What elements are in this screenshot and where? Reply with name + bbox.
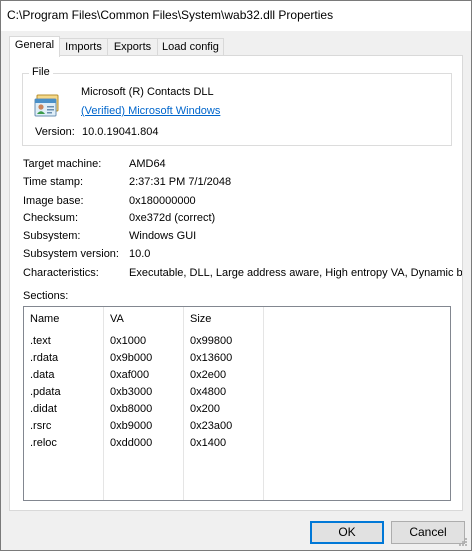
section-name: .data (30, 369, 55, 381)
section-size: 0x1400 (190, 437, 227, 449)
resize-grip-icon[interactable] (458, 537, 468, 547)
section-va: 0xb8000 (110, 403, 153, 415)
image-base-label: Image base: (23, 195, 84, 207)
section-va: 0xdd000 (110, 437, 153, 449)
target-machine-value: AMD64 (129, 158, 166, 170)
section-name: .reloc (30, 437, 57, 449)
section-size: 0x200 (190, 403, 220, 415)
file-group-label: File (29, 66, 53, 78)
section-va: 0xaf000 (110, 369, 150, 381)
characteristics-value: Executable, DLL, Large address aware, Hi… (129, 267, 462, 279)
subsystem-label: Subsystem: (23, 230, 81, 242)
properties-dialog: C:\Program Files\Common Files\System\wab… (0, 0, 472, 551)
image-base-value: 0x180000000 (129, 195, 196, 207)
column-header-va[interactable]: VA (110, 313, 124, 325)
tab-general[interactable]: General (9, 36, 60, 57)
version-label: Version: (35, 126, 75, 138)
section-size: 0x2e00 (190, 369, 227, 381)
table-row[interactable]: .text 0x1000 0x99800 (24, 335, 450, 352)
ok-button[interactable]: OK (310, 521, 384, 544)
section-name: .rsrc (30, 420, 52, 432)
table-row[interactable]: .reloc 0xdd000 0x1400 (24, 437, 450, 454)
column-header-name[interactable]: Name (30, 313, 59, 325)
tab-imports[interactable]: Imports (59, 38, 108, 56)
general-tab-panel: File Microsoft (R) Contacts DLL (Verifie… (9, 55, 463, 511)
section-size: 0x4800 (190, 386, 227, 398)
section-size: 0x13600 (190, 352, 233, 364)
section-name: .pdata (30, 386, 61, 398)
time-stamp-value: 2:37:31 PM 7/1/2048 (129, 176, 232, 188)
section-name: .rdata (30, 352, 59, 364)
table-row[interactable]: .data 0xaf000 0x2e00 (24, 369, 450, 386)
target-machine-label: Target machine: (23, 158, 102, 170)
section-name: .text (30, 335, 51, 347)
window-title: C:\Program Files\Common Files\System\wab… (7, 8, 334, 22)
tab-load-config[interactable]: Load config (157, 38, 224, 56)
section-va: 0x1000 (110, 335, 147, 347)
version-value: 10.0.19041.804 (82, 126, 159, 138)
subsystem-value: Windows GUI (129, 230, 197, 242)
title-bar[interactable]: C:\Program Files\Common Files\System\wab… (1, 1, 471, 31)
subsystem-version-value: 10.0 (129, 248, 151, 260)
characteristics-label: Characteristics: (23, 267, 99, 279)
table-row[interactable]: .didat 0xb8000 0x200 (24, 403, 450, 420)
tab-exports[interactable]: Exports (107, 38, 158, 56)
section-va: 0xb9000 (110, 420, 153, 432)
cancel-button[interactable]: Cancel (391, 521, 465, 544)
sections-label: Sections: (23, 290, 69, 302)
checksum-value: 0xe372d (correct) (129, 212, 216, 224)
table-row[interactable]: .rdata 0x9b000 0x13600 (24, 352, 450, 369)
product-name: Microsoft (R) Contacts DLL (81, 86, 214, 98)
contacts-card-icon (34, 94, 60, 118)
time-stamp-label: Time stamp: (23, 176, 84, 188)
sections-list[interactable]: Name VA Size .text 0x1000 0x99800 .rdata… (23, 306, 451, 501)
verified-signer-link[interactable]: (Verified) Microsoft Windows (81, 105, 220, 117)
section-size: 0x23a00 (190, 420, 233, 432)
subsystem-version-label: Subsystem version: (23, 248, 119, 260)
section-va: 0x9b000 (110, 352, 153, 364)
checksum-label: Checksum: (23, 212, 79, 224)
column-header-size[interactable]: Size (190, 313, 211, 325)
section-size: 0x99800 (190, 335, 233, 347)
file-groupbox: File Microsoft (R) Contacts DLL (Verifie… (22, 66, 452, 146)
section-name: .didat (30, 403, 57, 415)
section-va: 0xb3000 (110, 386, 153, 398)
table-row[interactable]: .rsrc 0xb9000 0x23a00 (24, 420, 450, 437)
table-row[interactable]: .pdata 0xb3000 0x4800 (24, 386, 450, 403)
